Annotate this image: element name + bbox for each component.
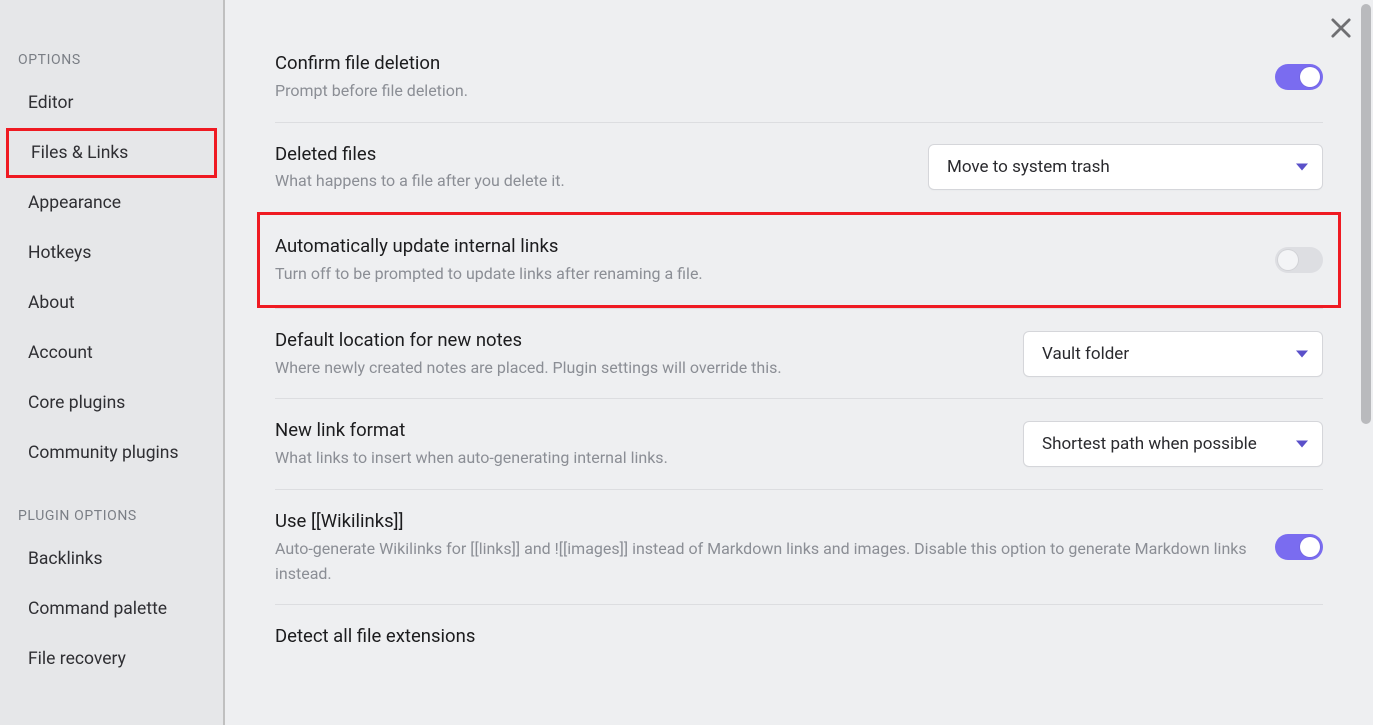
scrollbar-thumb[interactable] xyxy=(1361,4,1371,424)
sidebar-item-about[interactable]: About xyxy=(0,278,223,328)
close-button[interactable] xyxy=(1327,14,1355,42)
sidebar-item-appearance[interactable]: Appearance xyxy=(0,178,223,228)
toggle-auto-update-internal-links[interactable] xyxy=(1275,247,1323,273)
setting-deleted-files: Deleted files What happens to a file aft… xyxy=(275,122,1323,213)
setting-auto-update-internal-links: Automatically update internal links Turn… xyxy=(257,212,1341,308)
sidebar-item-account[interactable]: Account xyxy=(0,328,223,378)
setting-info: Confirm file deletion Prompt before file… xyxy=(275,50,1275,104)
settings-panel: Confirm file deletion Prompt before file… xyxy=(225,0,1373,725)
sidebar-item-core-plugins[interactable]: Core plugins xyxy=(0,378,223,428)
setting-info: Use [[Wikilinks]] Auto-generate Wikilink… xyxy=(275,508,1275,586)
setting-control xyxy=(1275,534,1323,560)
setting-new-link-format: New link format What links to insert whe… xyxy=(275,398,1323,489)
setting-control xyxy=(1275,64,1323,90)
setting-desc: Where newly created notes are placed. Pl… xyxy=(275,356,1003,381)
setting-title: New link format xyxy=(275,417,1003,444)
setting-detect-all-file-extensions: Detect all file extensions xyxy=(275,604,1323,668)
setting-control: Move to system trash xyxy=(928,144,1323,190)
sidebar-item-backlinks[interactable]: Backlinks xyxy=(0,534,223,584)
dropdown-deleted-files[interactable]: Move to system trash xyxy=(928,144,1323,190)
chevron-down-icon xyxy=(1296,350,1308,357)
setting-desc: What happens to a file after you delete … xyxy=(275,169,908,194)
dropdown-value: Move to system trash xyxy=(947,157,1110,177)
dropdown-value: Vault folder xyxy=(1042,344,1129,364)
setting-title: Deleted files xyxy=(275,141,908,168)
setting-title: Automatically update internal links xyxy=(275,233,1255,260)
sidebar-item-file-recovery[interactable]: File recovery xyxy=(0,634,223,684)
setting-desc: Turn off to be prompted to update links … xyxy=(275,262,1255,287)
setting-title: Use [[Wikilinks]] xyxy=(275,508,1255,535)
sidebar-header-plugin-options: PLUGIN OPTIONS xyxy=(0,496,223,534)
setting-desc: What links to insert when auto-generatin… xyxy=(275,446,1003,471)
setting-desc: Auto-generate Wikilinks for [[links]] an… xyxy=(275,537,1255,587)
setting-info: Default location for new notes Where new… xyxy=(275,327,1023,381)
scrollbar-vertical[interactable] xyxy=(1361,2,1371,722)
sidebar-item-command-palette[interactable]: Command palette xyxy=(0,584,223,634)
setting-control xyxy=(1275,247,1323,273)
setting-control: Shortest path when possible xyxy=(1023,421,1323,467)
setting-use-wikilinks: Use [[Wikilinks]] Auto-generate Wikilink… xyxy=(275,489,1323,604)
setting-desc: Prompt before file deletion. xyxy=(275,79,1255,104)
sidebar-item-files-links[interactable]: Files & Links xyxy=(6,128,217,178)
close-icon xyxy=(1327,14,1355,42)
setting-title: Confirm file deletion xyxy=(275,50,1255,77)
dropdown-value: Shortest path when possible xyxy=(1042,434,1257,454)
setting-default-location-new-notes: Default location for new notes Where new… xyxy=(275,308,1323,399)
settings-sidebar: OPTIONS Editor Files & Links Appearance … xyxy=(0,0,225,725)
setting-info: Detect all file extensions xyxy=(275,623,1323,650)
sidebar-header-options: OPTIONS xyxy=(0,40,223,78)
setting-info: Deleted files What happens to a file aft… xyxy=(275,141,928,195)
toggle-knob xyxy=(1300,67,1320,87)
toggle-knob xyxy=(1300,537,1320,557)
chevron-down-icon xyxy=(1296,164,1308,171)
setting-info: Automatically update internal links Turn… xyxy=(275,233,1275,287)
sidebar-item-editor[interactable]: Editor xyxy=(0,78,223,128)
dropdown-new-link-format[interactable]: Shortest path when possible xyxy=(1023,421,1323,467)
settings-dialog: OPTIONS Editor Files & Links Appearance … xyxy=(0,0,1373,725)
dropdown-default-location[interactable]: Vault folder xyxy=(1023,331,1323,377)
toggle-knob xyxy=(1278,250,1298,270)
toggle-confirm-file-deletion[interactable] xyxy=(1275,64,1323,90)
setting-confirm-file-deletion: Confirm file deletion Prompt before file… xyxy=(275,40,1323,122)
chevron-down-icon xyxy=(1296,441,1308,448)
toggle-use-wikilinks[interactable] xyxy=(1275,534,1323,560)
sidebar-item-hotkeys[interactable]: Hotkeys xyxy=(0,228,223,278)
setting-info: New link format What links to insert whe… xyxy=(275,417,1023,471)
setting-title: Detect all file extensions xyxy=(275,623,1303,650)
setting-title: Default location for new notes xyxy=(275,327,1003,354)
setting-control: Vault folder xyxy=(1023,331,1323,377)
sidebar-item-community-plugins[interactable]: Community plugins xyxy=(0,428,223,478)
